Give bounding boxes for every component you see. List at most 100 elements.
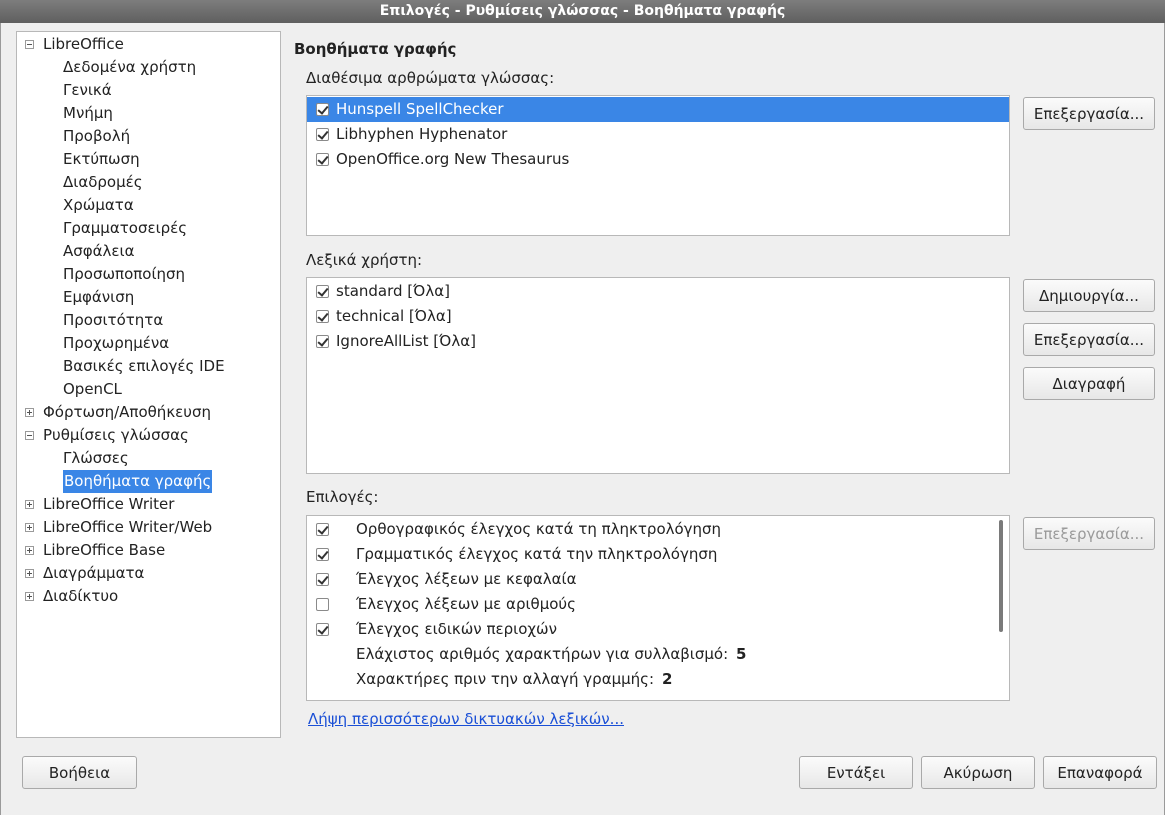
tree-item[interactable]: Εκτύπωση bbox=[17, 148, 280, 171]
checkbox[interactable] bbox=[316, 103, 329, 116]
list-item[interactable]: technical [Όλα] bbox=[307, 304, 1009, 329]
tree-item[interactable]: LibreOffice bbox=[17, 33, 280, 56]
tree-item-label: Γλώσσες bbox=[63, 449, 129, 467]
tree-item[interactable]: Μνήμη bbox=[17, 102, 280, 125]
cancel-button[interactable]: Ακύρωση bbox=[921, 756, 1035, 789]
tree-item-label: Ασφάλεια bbox=[63, 242, 135, 260]
option-value[interactable]: 5 bbox=[736, 642, 746, 667]
modules-edit-button[interactable]: Επεξεργασία... bbox=[1023, 97, 1155, 130]
tree-item-label: Ρυθμίσεις γλώσσας bbox=[43, 426, 189, 444]
tree-item-label: OpenCL bbox=[63, 380, 122, 398]
tree-item[interactable]: Διαδρομές bbox=[17, 171, 280, 194]
tree-item[interactable]: Ρυθμίσεις γλώσσας bbox=[17, 424, 280, 447]
list-item[interactable]: standard [Όλα] bbox=[307, 279, 1009, 304]
options-edit-button[interactable]: Επεξεργασία... bbox=[1023, 517, 1155, 550]
expand-icon[interactable] bbox=[25, 500, 34, 509]
tree-item[interactable]: LibreOffice Writer/Web bbox=[17, 516, 280, 539]
reset-button[interactable]: Επαναφορά bbox=[1043, 756, 1157, 789]
tree-item[interactable]: Χρώματα bbox=[17, 194, 280, 217]
list-item-label: Ελάχιστος αριθμός χαρακτήρων για συλλαβι… bbox=[356, 645, 729, 663]
tree-item-label: Προβολή bbox=[63, 127, 131, 145]
list-item[interactable]: OpenOffice.org New Thesaurus bbox=[307, 147, 1009, 172]
tree-item[interactable]: Προσιτότητα bbox=[17, 309, 280, 332]
tree-item[interactable]: Φόρτωση/Αποθήκευση bbox=[17, 401, 280, 424]
tree-item-label: Εκτύπωση bbox=[63, 150, 140, 168]
tree-item[interactable]: Δεδομένα χρήστη bbox=[17, 56, 280, 79]
tree-item-label: Φόρτωση/Αποθήκευση bbox=[43, 403, 211, 421]
tree-item-label: Μνήμη bbox=[63, 104, 113, 122]
tree-item[interactable]: Γραμματοσειρές bbox=[17, 217, 280, 240]
tree-item[interactable]: OpenCL bbox=[17, 378, 280, 401]
list-item[interactable]: Libhyphen Hyphenator bbox=[307, 122, 1009, 147]
user-dictionaries-list[interactable]: standard [Όλα] technical [Όλα] IgnoreAllLi… bbox=[306, 277, 1010, 474]
dictionary-edit-button[interactable]: Επεξεργασία... bbox=[1023, 323, 1155, 356]
tree-item[interactable]: Εμφάνιση bbox=[17, 286, 280, 309]
window-title: Επιλογές - Ρυθμίσεις γλώσσας - Βοηθήματα… bbox=[379, 3, 786, 19]
options-dialog: LibreOffice Δεδομένα χρήστη Γενικά Μνήμη Προ… bbox=[0, 23, 1165, 815]
ok-button[interactable]: Εντάξει bbox=[799, 756, 913, 789]
tree-item[interactable]: Ασφάλεια bbox=[17, 240, 280, 263]
checkbox[interactable] bbox=[316, 128, 329, 141]
list-item[interactable]: Ορθογραφικός έλεγχος κατά τη πληκτρολόγη… bbox=[307, 517, 997, 542]
options-tree[interactable]: LibreOffice Δεδομένα χρήστη Γενικά Μνήμη Προ… bbox=[16, 31, 281, 738]
dictionary-delete-button[interactable]: Διαγραφή bbox=[1023, 367, 1155, 400]
tree-item[interactable]: Διαγράμματα bbox=[17, 562, 280, 585]
tree-item[interactable]: Βασικές επιλογές IDE bbox=[17, 355, 280, 378]
list-item-label: Χαρακτήρες πριν την αλλαγή γραμμής: bbox=[356, 670, 655, 688]
checkbox[interactable] bbox=[316, 153, 329, 166]
tree-item-label: Δεδομένα χρήστη bbox=[63, 58, 197, 76]
tree-item-label: Διαδρομές bbox=[63, 173, 143, 191]
list-item-label: Έλεγχος λέξεων με αριθμούς bbox=[356, 595, 576, 613]
list-item[interactable]: Έλεγχος ειδικών περιοχών bbox=[307, 617, 997, 642]
option-value[interactable]: 2 bbox=[662, 667, 672, 692]
expand-icon[interactable] bbox=[25, 592, 34, 601]
window-title-bar[interactable]: Επιλογές - Ρυθμίσεις γλώσσας - Βοηθήματα… bbox=[0, 0, 1165, 23]
collapse-icon[interactable] bbox=[25, 40, 34, 49]
tree-item[interactable]: LibreOffice Base bbox=[17, 539, 280, 562]
expand-icon[interactable] bbox=[25, 408, 34, 417]
user-dictionaries-label: Λεξικά χρήστη: bbox=[306, 251, 423, 269]
tree-item[interactable]: Προχωρημένα bbox=[17, 332, 280, 355]
dictionary-new-button[interactable]: Δημιουργία... bbox=[1023, 279, 1155, 312]
tree-item[interactable]: Γενικά bbox=[17, 79, 280, 102]
expand-icon[interactable] bbox=[25, 546, 34, 555]
collapse-icon[interactable] bbox=[25, 431, 34, 440]
checkbox[interactable] bbox=[316, 523, 329, 536]
list-item-label: OpenOffice.org New Thesaurus bbox=[336, 150, 570, 168]
options-scrollbar[interactable] bbox=[999, 520, 1003, 632]
tree-item[interactable]: LibreOffice Writer bbox=[17, 493, 280, 516]
expand-icon[interactable] bbox=[25, 523, 34, 532]
modules-label: Διαθέσιμα αρθρώματα γλώσσας: bbox=[306, 69, 555, 87]
checkbox[interactable] bbox=[316, 335, 329, 348]
tree-item-label: LibreOffice Base bbox=[43, 541, 166, 559]
list-item[interactable]: Έλεγχος λέξεων με αριθμούς bbox=[307, 592, 997, 617]
more-dictionaries-link[interactable]: Λήψη περισσότερων δικτυακών λεξικών... bbox=[308, 710, 624, 728]
list-item[interactable]: Γραμματικός έλεγχος κατά την πληκτρολόγη… bbox=[307, 542, 997, 567]
list-item[interactable]: Χαρακτήρες πριν την αλλαγή γραμμής: 2 bbox=[307, 667, 997, 692]
checkbox[interactable] bbox=[316, 285, 329, 298]
tree-item-label: Βοηθήματα γραφής bbox=[63, 470, 213, 493]
help-button[interactable]: Βοήθεια bbox=[22, 756, 137, 789]
checkbox[interactable] bbox=[316, 598, 329, 611]
tree-item-label: Προχωρημένα bbox=[63, 334, 170, 352]
modules-list[interactable]: Hunspell SpellChecker Libhyphen Hyphenato… bbox=[306, 95, 1010, 236]
checkbox[interactable] bbox=[316, 548, 329, 561]
page-title: Βοηθήματα γραφής bbox=[294, 40, 457, 58]
tree-item[interactable]: Προσωποποίηση bbox=[17, 263, 280, 286]
tree-item-label: Βασικές επιλογές IDE bbox=[63, 357, 225, 375]
tree-item[interactable]: Γλώσσες bbox=[17, 447, 280, 470]
list-item[interactable]: Hunspell SpellChecker bbox=[307, 97, 1009, 122]
list-item[interactable]: IgnoreAllList [Όλα] bbox=[307, 329, 1009, 354]
expand-icon[interactable] bbox=[25, 569, 34, 578]
tree-item[interactable]: Διαδίκτυο bbox=[17, 585, 280, 608]
tree-item[interactable]: Βοηθήματα γραφής bbox=[17, 470, 280, 493]
tree-item-label: LibreOffice Writer/Web bbox=[43, 518, 213, 536]
checkbox[interactable] bbox=[316, 310, 329, 323]
list-item[interactable]: Ελάχιστος αριθμός χαρακτήρων για συλλαβι… bbox=[307, 642, 997, 667]
options-label: Επιλογές: bbox=[306, 488, 379, 506]
tree-item[interactable]: Προβολή bbox=[17, 125, 280, 148]
list-item[interactable]: Έλεγχος λέξεων με κεφαλαία bbox=[307, 567, 997, 592]
checkbox[interactable] bbox=[316, 573, 329, 586]
options-list[interactable]: Ορθογραφικός έλεγχος κατά τη πληκτρολόγη… bbox=[306, 515, 1010, 701]
checkbox[interactable] bbox=[316, 623, 329, 636]
